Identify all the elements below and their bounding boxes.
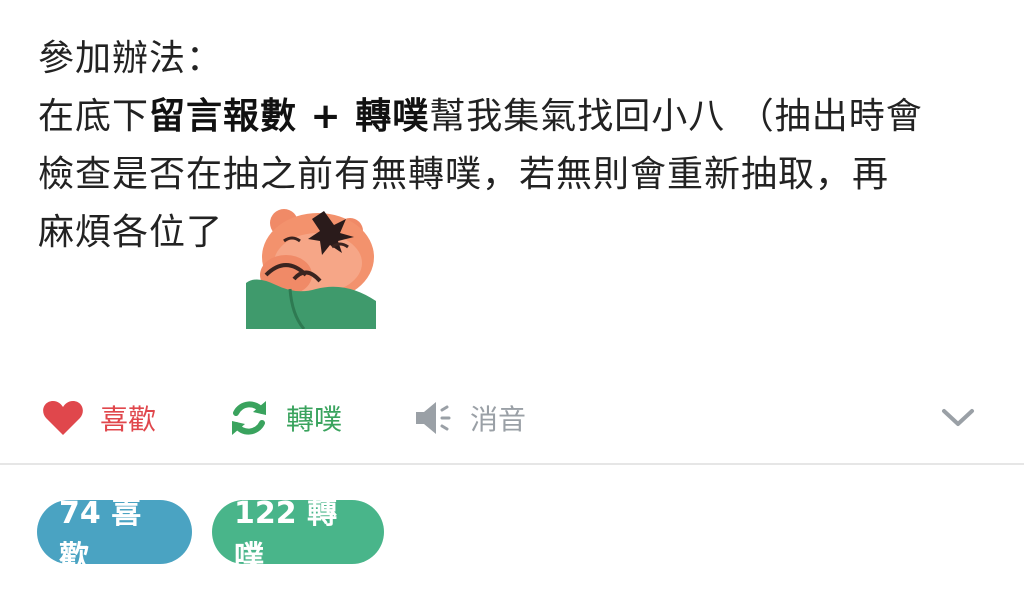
post-highlight: 留言報數 + 轉噗	[149, 96, 430, 137]
post-line-3: 檢查是否在抽之前有無轉噗，若無則會重新抽取，再	[38, 154, 890, 195]
refresh-icon	[228, 397, 270, 439]
action-bar: 喜歡 轉噗 消音	[0, 388, 1024, 448]
heart-icon	[42, 399, 84, 437]
chevron-down-icon[interactable]	[940, 402, 976, 432]
mute-button[interactable]: 消音	[414, 396, 526, 440]
post-line-4: 麻煩各位了	[38, 212, 224, 253]
speaker-mute-icon	[414, 400, 454, 436]
divider	[0, 463, 1024, 465]
like-label: 喜歡	[100, 403, 157, 436]
post-content: 參加辦法： 在底下留言報數 + 轉噗幫我集氣找回小八 （抽出時會 檢查是否在抽之…	[38, 30, 988, 262]
replurk-label: 轉噗	[286, 403, 343, 436]
post-line-2-post: 幫我集氣找回小八 （抽出時會	[429, 96, 923, 137]
likes-count-badge[interactable]: 74 喜歡	[37, 496, 192, 575]
post-line-1: 參加辦法：	[38, 38, 224, 79]
like-button[interactable]: 喜歡	[42, 396, 156, 440]
post-line-2: 在底下留言報數 + 轉噗幫我集氣找回小八 （抽出時會	[38, 88, 988, 146]
replurks-count-badge[interactable]: 122 轉噗	[212, 496, 384, 575]
replurk-button[interactable]: 轉噗	[228, 396, 342, 440]
crying-bear-sticker	[246, 209, 376, 329]
mute-label: 消音	[470, 403, 527, 436]
plurk-post: 參加辦法： 在底下留言報數 + 轉噗幫我集氣找回小八 （抽出時會 檢查是否在抽之…	[0, 0, 1024, 591]
post-line-2-pre: 在底下	[38, 96, 150, 137]
